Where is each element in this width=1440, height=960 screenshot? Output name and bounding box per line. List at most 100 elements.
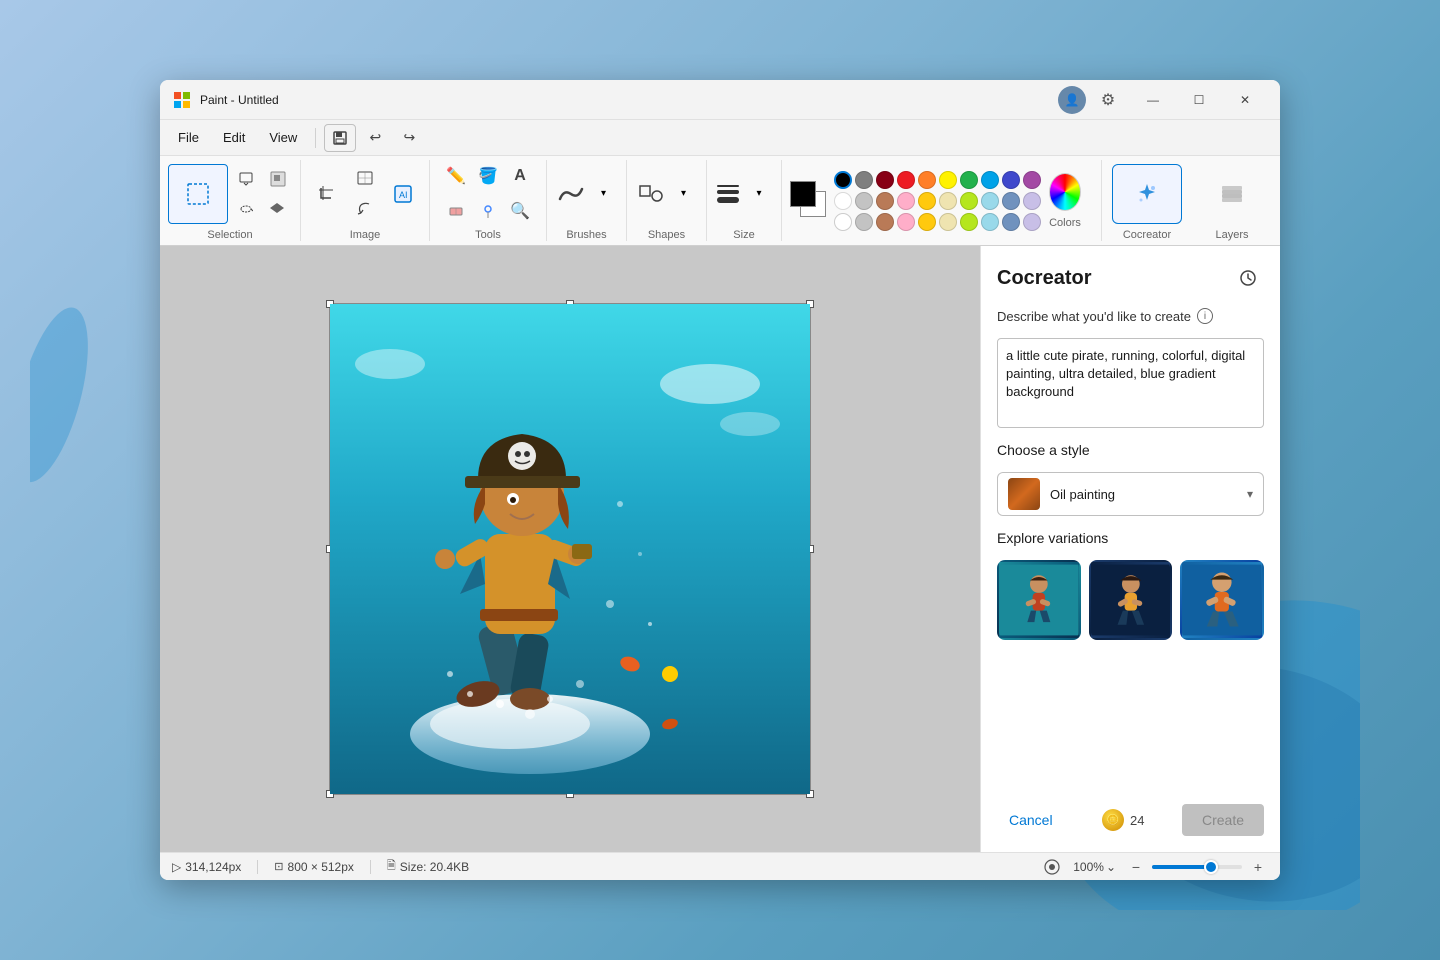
brushes-label: Brushes <box>566 229 606 241</box>
freeform-select-button[interactable] <box>232 195 260 223</box>
credits-count: 24 <box>1130 813 1144 828</box>
tools-label: Tools <box>475 229 501 241</box>
color-white[interactable] <box>834 192 852 210</box>
close-button[interactable]: ✕ <box>1222 84 1268 116</box>
canvas-container[interactable] <box>329 303 811 795</box>
style-chevron-icon: ▾ <box>1247 487 1253 501</box>
color-purple[interactable] <box>1023 171 1041 189</box>
variation-1[interactable] <box>997 560 1081 640</box>
color-black[interactable] <box>834 171 852 189</box>
color-transparent[interactable] <box>834 213 852 231</box>
panel-title: Cocreator <box>997 267 1091 290</box>
color-blue[interactable] <box>981 171 999 189</box>
color-lightblue[interactable] <box>981 192 999 210</box>
zoom-in-button[interactable]: + <box>1248 857 1268 877</box>
color-gray[interactable] <box>855 171 873 189</box>
color-lightgray[interactable] <box>855 192 873 210</box>
describe-textarea[interactable]: a little cute pirate, running, colorful,… <box>997 338 1264 428</box>
user-avatar[interactable]: 👤 <box>1058 86 1086 114</box>
menu-view[interactable]: View <box>259 126 307 149</box>
canvas-size-icon: ⊡ <box>274 860 283 873</box>
save-button[interactable] <box>324 124 356 152</box>
menu-file[interactable]: File <box>168 126 209 149</box>
variation-2[interactable] <box>1089 560 1173 640</box>
selection-main-button[interactable] <box>168 164 228 224</box>
color-cream[interactable] <box>939 192 957 210</box>
selection-dropdown-button[interactable] <box>232 165 260 193</box>
cocreator-label: Cocreator <box>1123 229 1171 241</box>
color-lavender[interactable] <box>1023 192 1041 210</box>
rotate-button[interactable] <box>351 195 379 223</box>
info-icon[interactable]: i <box>1197 308 1213 324</box>
fg-color-swatch[interactable] <box>790 181 816 207</box>
colors-label: Colors <box>1049 217 1081 229</box>
redo-button[interactable]: ↪ <box>394 124 424 152</box>
variation-3[interactable] <box>1180 560 1264 640</box>
maximize-button[interactable]: ☐ <box>1176 84 1222 116</box>
zoom-level-button[interactable]: 100% ⌄ <box>1069 858 1120 876</box>
color-pink[interactable] <box>897 192 915 210</box>
style-thumb <box>1008 478 1040 510</box>
magnify-button[interactable]: 🔍 <box>506 197 534 225</box>
cursor-pos: 314,124px <box>185 860 241 874</box>
pencil-button[interactable]: ✏️ <box>442 162 470 190</box>
zoom-chevron-icon: ⌄ <box>1106 860 1116 874</box>
canvas-size: 800 × 512px <box>288 860 354 874</box>
color-green[interactable] <box>960 171 978 189</box>
cancel-button[interactable]: Cancel <box>997 804 1065 836</box>
image-label: Image <box>350 229 381 241</box>
invert-select-button[interactable] <box>264 165 292 193</box>
menu-divider <box>315 128 316 148</box>
history-button[interactable] <box>1232 262 1264 294</box>
text-button[interactable]: A <box>506 162 534 190</box>
selection-label: Selection <box>207 229 252 241</box>
layers-ribbon-button[interactable] <box>1212 176 1252 212</box>
zoom-preview-button[interactable] <box>1041 856 1063 878</box>
statusbar: ▷ 314,124px ⊡ 800 × 512px 🗎 Size: 20.4KB… <box>160 852 1280 880</box>
color-brown[interactable] <box>876 192 894 210</box>
color-steelblue[interactable] <box>1002 192 1020 210</box>
resize-button[interactable] <box>351 164 379 192</box>
color-darkblue[interactable] <box>1002 171 1020 189</box>
status-sep-2 <box>370 860 371 874</box>
style-dropdown[interactable]: Oil painting ▾ <box>997 472 1264 516</box>
size-icon <box>715 183 741 205</box>
ai-select-button[interactable]: AI <box>385 180 421 208</box>
color-picker-button[interactable] <box>474 197 502 225</box>
crop-button[interactable] <box>309 181 345 207</box>
shapes-dropdown[interactable]: ▾ <box>670 180 698 208</box>
canvas-area <box>160 246 980 852</box>
shapes-label: Shapes <box>648 229 685 241</box>
canvas-image <box>330 304 810 794</box>
menu-edit[interactable]: Edit <box>213 126 255 149</box>
describe-label: Describe what you'd like to create i <box>997 308 1264 324</box>
credit-coin-icon: 🪙 <box>1102 809 1124 831</box>
minimize-button[interactable]: — <box>1130 84 1176 116</box>
window-title: Paint - Untitled <box>200 93 1058 107</box>
style-name: Oil painting <box>1050 487 1237 502</box>
cocreator-panel: Cocreator Describe what you'd like to cr… <box>980 246 1280 852</box>
select-all-button[interactable] <box>264 195 292 223</box>
brushes-dropdown[interactable]: ▾ <box>590 180 618 208</box>
color-darkred[interactable] <box>876 171 894 189</box>
eraser-button[interactable] <box>442 197 470 225</box>
style-label: Choose a style <box>997 442 1264 458</box>
settings-icon[interactable]: ⚙ <box>1094 86 1122 114</box>
canvas-size-item: ⊡ 800 × 512px <box>274 860 354 874</box>
brush-stroke-icon <box>556 183 586 205</box>
size-dropdown[interactable]: ▾ <box>745 180 773 208</box>
undo-button[interactable]: ↩ <box>360 124 390 152</box>
cocreator-ribbon-button[interactable] <box>1112 164 1182 224</box>
color-wheel-button[interactable] <box>1049 173 1081 211</box>
color-yellow[interactable] <box>939 171 957 189</box>
fill-button[interactable]: 🪣 <box>474 162 502 190</box>
zoom-out-button[interactable]: − <box>1126 857 1146 877</box>
create-button[interactable]: Create <box>1182 804 1264 836</box>
zoom-slider[interactable] <box>1152 865 1242 869</box>
color-red[interactable] <box>897 171 915 189</box>
color-lime[interactable] <box>960 192 978 210</box>
color-orange[interactable] <box>918 171 936 189</box>
color-gold[interactable] <box>918 192 936 210</box>
file-size: Size: 20.4KB <box>400 860 469 874</box>
zoom-level: 100% <box>1073 860 1104 874</box>
